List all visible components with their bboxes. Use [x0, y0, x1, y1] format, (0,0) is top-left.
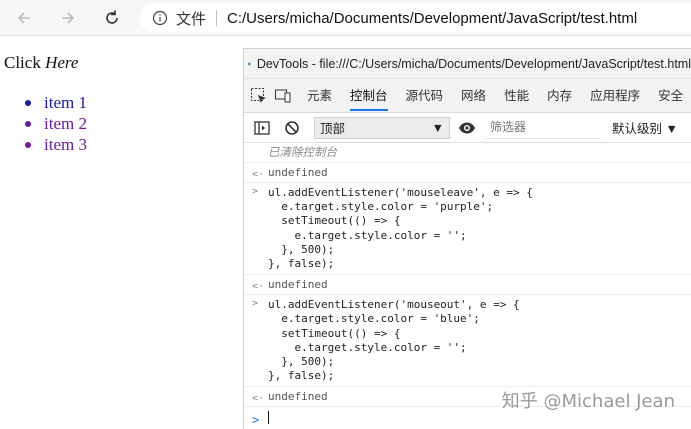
refresh-icon [106, 10, 118, 24]
arrow-left-icon [17, 12, 30, 24]
inspect-icon [251, 87, 266, 103]
code-line: e.target.style.color = ''; [268, 228, 467, 242]
context-value: 顶部 [320, 122, 346, 136]
back-button[interactable] [12, 6, 36, 30]
sidebar-toggle-icon [254, 120, 270, 135]
code-line: ul.addEventListener('mouseout', e => { [268, 298, 520, 312]
clear-console-button[interactable] [280, 116, 304, 140]
list-item[interactable]: item 1 [24, 92, 87, 113]
code-line: ul.addEventListener('mouseleave', e => { [268, 186, 533, 199]
code-line: e.target.style.color = ''; [268, 340, 467, 354]
console-result: <· undefined [244, 275, 691, 296]
clear-icon [285, 120, 299, 135]
tab-security[interactable]: 安全 [658, 79, 683, 113]
page-content: Click Here item 1 item 2 item 3 [0, 37, 244, 429]
tab-performance[interactable]: 性能 [504, 79, 529, 113]
code-line: }, 500); [268, 242, 335, 256]
here-link[interactable]: Here [45, 53, 78, 72]
devtools-tabbar: 元素 控制台 源代码 网络 性能 内存 应用程序 安全 [244, 79, 691, 113]
scheme-label: 文件 [176, 10, 207, 28]
text-caret [268, 410, 269, 424]
console-filter-input[interactable] [484, 116, 602, 139]
devtools-title: DevTools - file:///C:/Users/micha/Docume… [256, 56, 691, 71]
input-chevron-icon: > [252, 186, 259, 197]
list-item-label: item 2 [44, 114, 87, 133]
url-text[interactable]: C:/Users/micha/Documents/Development/Jav… [227, 10, 637, 27]
inspect-element-button[interactable] [250, 84, 268, 108]
browser-toolbar: 文件 C:/Users/micha/Documents/Development/… [0, 0, 691, 36]
result-value: undefined [268, 390, 328, 404]
result-arrow-icon: <· [252, 393, 265, 405]
tab-sources[interactable]: 源代码 [406, 79, 444, 113]
code-line: }, 500); [268, 355, 335, 369]
code-line: setTimeout(() => { [268, 326, 401, 340]
list-item[interactable]: item 2 [24, 113, 87, 134]
tab-application[interactable]: 应用程序 [590, 79, 640, 113]
prompt-chevron-icon: > [252, 413, 260, 428]
console-cleared-message: 已清除控制台 [244, 143, 691, 163]
result-value: undefined [268, 166, 328, 179]
address-bar[interactable]: 文件 C:/Users/micha/Documents/Development/… [140, 3, 691, 33]
device-toolbar-button[interactable] [274, 84, 292, 108]
list-item-label: item 3 [44, 135, 87, 154]
list-item[interactable]: item 3 [24, 134, 87, 155]
tab-network[interactable]: 网络 [461, 79, 486, 113]
input-chevron-icon: > [252, 298, 259, 310]
code-line: e.target.style.color = 'purple'; [268, 200, 494, 214]
result-arrow-icon: <· [252, 169, 265, 180]
arrow-right-icon [62, 12, 75, 24]
result-arrow-icon: <· [252, 281, 265, 293]
console-input-block: > ul.addEventListener('mouseleave', e =>… [244, 183, 691, 276]
result-value: undefined [268, 278, 328, 292]
devtools-window: DevTools - file:///C:/Users/micha/Docume… [243, 48, 691, 429]
code-line: setTimeout(() => { [268, 214, 401, 228]
tab-console[interactable]: 控制台 [350, 79, 388, 113]
device-icon [275, 89, 291, 102]
item-list: item 1 item 2 item 3 [24, 92, 87, 155]
code-line: }, false); [268, 257, 335, 271]
tab-elements[interactable]: 元素 [307, 79, 332, 113]
info-icon[interactable] [152, 10, 168, 26]
refresh-button[interactable] [100, 6, 124, 30]
console-result: <· undefined [244, 163, 691, 183]
code-line: e.target.style.color = 'blue'; [268, 312, 480, 326]
click-label: Click [4, 53, 41, 72]
devtools-titlebar[interactable]: DevTools - file:///C:/Users/micha/Docume… [244, 49, 691, 79]
code-line: }, false); [268, 369, 335, 383]
tab-memory[interactable]: 内存 [547, 79, 572, 113]
console-input-block: > ul.addEventListener('mouseout', e => {… [244, 295, 691, 388]
address-divider [216, 10, 218, 26]
log-levels-dropdown[interactable]: 默认级别 ▼ [612, 118, 678, 137]
click-here-text: Click Here [4, 53, 78, 73]
eye-icon[interactable] [458, 119, 476, 137]
watermark: 知乎 @Michael Jean [501, 391, 675, 412]
context-select[interactable]: 顶部 ▼ [314, 116, 450, 139]
edge-icon [248, 62, 251, 65]
show-sidebar-button[interactable] [250, 116, 274, 140]
forward-button[interactable] [56, 6, 80, 30]
list-item-label: item 1 [44, 93, 87, 112]
chevron-down-icon: ▼ [431, 120, 444, 135]
console-toolbar: 顶部 ▼ 默认级别 ▼ [244, 113, 691, 143]
